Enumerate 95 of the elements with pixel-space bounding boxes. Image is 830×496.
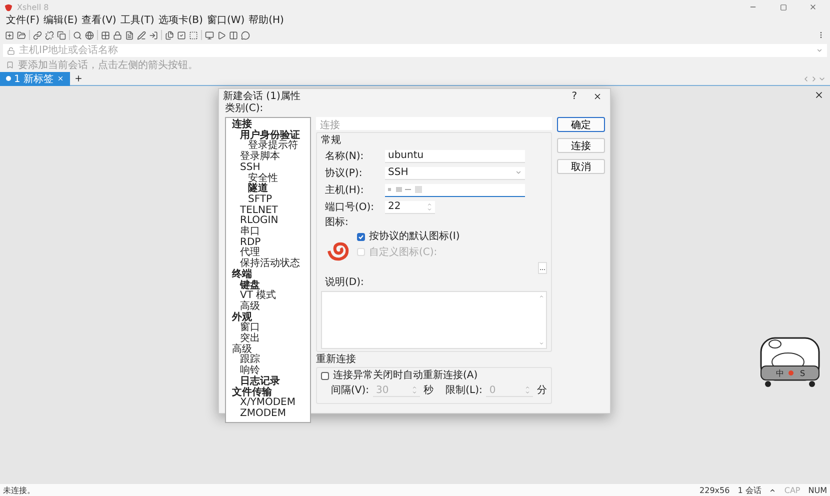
menu-item[interactable]: 窗口(W) [206, 15, 245, 26]
session-tab[interactable]: 1 新标签 [0, 72, 70, 86]
document-icon[interactable] [125, 30, 134, 40]
status-text: 未连接。 [3, 484, 36, 496]
tree-item[interactable]: 终端 [227, 270, 309, 281]
field-label: 协议(P): [324, 166, 364, 180]
tree-item[interactable]: 串口 [227, 227, 309, 238]
grid-icon[interactable] [101, 30, 110, 40]
close-tab-icon[interactable] [56, 75, 64, 82]
restore-icon[interactable] [780, 4, 786, 10]
files-icon[interactable] [165, 30, 174, 40]
tree-item[interactable]: 隧道 [227, 184, 309, 195]
menu-item[interactable]: 文件(F) [6, 15, 40, 26]
field-label: 间隔(V): [331, 385, 370, 396]
checkbox-icon[interactable] [177, 30, 186, 40]
login-icon[interactable] [149, 30, 158, 40]
section-title: 连接 [316, 117, 552, 130]
tree-item[interactable]: VT 模式 [227, 291, 309, 302]
hint-text: 要添加当前会话，点击左侧的箭头按钮。 [18, 58, 198, 72]
link-icon[interactable] [33, 30, 42, 40]
menu-item[interactable]: 选项卡(B) [158, 15, 203, 26]
session-count: 1 会话 [738, 484, 762, 496]
dot-icon [6, 76, 11, 81]
new-session-icon[interactable] [5, 30, 14, 40]
terminal-size: 229x56 [700, 486, 730, 494]
monitor-icon[interactable] [205, 30, 214, 40]
spiral-shell-icon [327, 241, 349, 261]
checkbox-label: 按协议的默认图标(I) [369, 231, 460, 242]
text-field[interactable]: ubuntu [385, 150, 525, 162]
menu-item[interactable]: 查看(V) [82, 15, 116, 26]
close-panel-icon[interactable] [814, 90, 824, 100]
tree-item[interactable]: 高级 [227, 302, 309, 313]
checkbox-label: 连接异常关闭时自动重新连接(A) [333, 370, 478, 381]
dialog-button[interactable]: 连接 [557, 138, 605, 153]
category-label: 类别(C): [224, 103, 264, 116]
window-title: Xshell 8 [17, 2, 50, 12]
description-field[interactable] [321, 291, 547, 349]
tree-item[interactable]: 日志记录 [227, 376, 309, 388]
tree-item[interactable]: 保持活动状态 [227, 259, 309, 270]
bookmark-icon [6, 61, 14, 69]
caps-indicator: CAP [784, 486, 800, 494]
close-button[interactable] [593, 92, 602, 100]
tree-item[interactable]: ZMODEM [227, 408, 309, 420]
search-icon[interactable] [73, 30, 82, 40]
menu-item[interactable]: 工具(T) [120, 15, 154, 26]
checkbox[interactable] [321, 372, 329, 380]
field-label: 说明(D): [324, 277, 365, 288]
globe-icon[interactable] [85, 30, 94, 40]
lock-icon[interactable] [113, 30, 122, 40]
tree-item[interactable]: 响铃 [227, 366, 309, 377]
tree-item[interactable]: X/YMODEM [227, 398, 309, 409]
tree-item[interactable]: 登录脚本 [227, 152, 309, 163]
port-field[interactable]: 22 [385, 200, 435, 214]
dialog-button[interactable]: 确定 [557, 117, 605, 132]
checkbox[interactable] [357, 232, 365, 240]
field-label: 名称(N): [324, 150, 365, 163]
unit-label: 秒 [424, 385, 434, 396]
field-label: 端口号(O): [324, 200, 376, 214]
dashed-square-icon[interactable] [189, 30, 198, 40]
unlock-icon [7, 46, 15, 54]
dropdown[interactable]: SSH [385, 166, 525, 180]
dialog-title: 新建会话 (1)属性 [223, 90, 302, 102]
new-tab-icon[interactable] [74, 74, 83, 83]
columns-icon[interactable] [229, 30, 238, 40]
num-indicator: NUM [808, 486, 827, 494]
tree-item[interactable]: TELNET [227, 206, 309, 216]
pen-icon[interactable] [137, 30, 146, 40]
field-label: 主机(H): [324, 184, 365, 197]
chat-icon[interactable] [241, 30, 250, 40]
field-label: 限制(L): [446, 385, 482, 396]
dialog-button[interactable]: 取消 [557, 159, 605, 174]
checkbox-label: 自定义图标(C): [369, 246, 438, 259]
field-label: 图标: [324, 217, 350, 228]
folder-icon[interactable] [17, 30, 26, 40]
group-title: 常规 [321, 135, 342, 146]
close-icon[interactable] [809, 3, 817, 11]
menu-item[interactable]: 帮助(H) [248, 15, 284, 26]
menu-item[interactable]: 编辑(E) [44, 15, 78, 26]
tree-item[interactable]: 用户身份验证 [227, 130, 309, 142]
tree-item[interactable]: RDP [227, 238, 309, 248]
group-title: 重新连接 [316, 354, 357, 365]
tree-item[interactable]: 连接 [227, 120, 309, 131]
redacted-text-drawing [388, 186, 424, 193]
tree-item[interactable]: 突出 [227, 334, 309, 345]
tree-item[interactable]: 跟踪 [227, 355, 309, 366]
help-button[interactable]: ? [572, 90, 577, 102]
play-icon[interactable] [217, 30, 226, 40]
unlink-icon[interactable] [45, 30, 54, 40]
host-field[interactable] [385, 184, 525, 196]
unit-label: 分 [536, 385, 547, 396]
app-logo-icon [4, 2, 13, 12]
tree-item[interactable]: 文件传输 [227, 388, 309, 398]
tree-item[interactable]: SFTP [227, 194, 309, 206]
tree-item[interactable]: SSH [227, 162, 309, 174]
copy-icon[interactable] [57, 30, 66, 40]
